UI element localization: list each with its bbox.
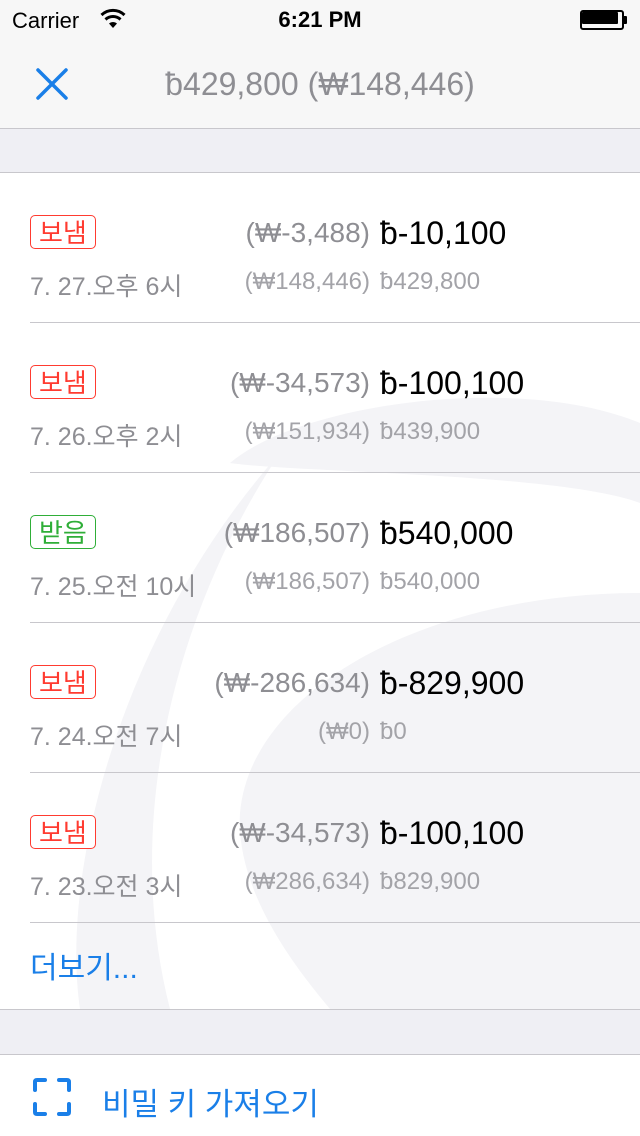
- sent-badge: 보냄: [30, 365, 96, 399]
- krw-amount: (₩-3,488): [245, 217, 370, 248]
- btc-amount: ƀ-10,100: [380, 215, 507, 251]
- import-section: 비밀 키 가져오기: [0, 1055, 640, 1136]
- row-divider: [30, 922, 640, 923]
- import-private-key-label: 비밀 키 가져오기: [102, 1087, 319, 1122]
- battery-full-icon: [580, 10, 627, 30]
- sent-badge: 보냄: [30, 815, 96, 849]
- transaction-row[interactable]: 보냄 (₩-286,634) ƀ-829,900 7. 24.오전 7시 (₩0…: [0, 623, 640, 773]
- received-badge: 받음: [30, 515, 96, 549]
- import-private-key-button[interactable]: 비밀 키 가져오기: [0, 1055, 640, 1136]
- krw-balance: (₩148,446): [244, 268, 370, 295]
- scan-qr-icon: [33, 1078, 71, 1116]
- transaction-date: 7. 26.오후 2시: [30, 423, 183, 451]
- transaction-date: 7. 25.오전 10시: [30, 573, 197, 601]
- transaction-row[interactable]: 보냄 (₩-34,573) ƀ-100,100 7. 26.오후 2시 (₩15…: [0, 323, 640, 473]
- page-title: ƀ429,800 (₩148,446): [165, 66, 475, 102]
- btc-balance: ƀ439,900: [380, 418, 481, 445]
- btc-amount: ƀ-829,900: [380, 665, 525, 701]
- transaction-row[interactable]: 받음 (₩186,507) ƀ540,000 7. 25.오전 10시 (₩18…: [0, 473, 640, 623]
- krw-balance: (₩151,934): [244, 418, 370, 445]
- navigation-bar: ƀ429,800 (₩148,446): [0, 40, 640, 129]
- section-gap: [0, 1010, 640, 1055]
- btc-amount: ƀ-100,100: [380, 815, 525, 851]
- krw-amount: (₩-34,573): [229, 817, 370, 848]
- btc-balance: ƀ829,900: [380, 868, 481, 895]
- transaction-list: 보냄 (₩-3,488) ƀ-10,100 7. 27.오후 6시 (₩148,…: [0, 173, 640, 1010]
- transaction-row[interactable]: 보냄 (₩-34,573) ƀ-100,100 7. 23.오전 3시 (₩28…: [0, 773, 640, 923]
- krw-balance: (₩0): [318, 718, 370, 745]
- section-gap: [0, 129, 640, 173]
- btc-balance: ƀ429,800: [380, 268, 481, 295]
- btc-amount: ƀ-100,100: [380, 365, 525, 401]
- krw-amount: (₩-286,634): [214, 667, 370, 698]
- krw-amount: (₩186,507): [223, 517, 370, 548]
- krw-amount: (₩-34,573): [229, 367, 370, 398]
- transaction-row[interactable]: 보냄 (₩-3,488) ƀ-10,100 7. 27.오후 6시 (₩148,…: [0, 173, 640, 323]
- transaction-date: 7. 23.오전 3시: [30, 873, 183, 901]
- krw-balance: (₩286,634): [244, 868, 370, 895]
- sent-badge: 보냄: [30, 665, 96, 699]
- sent-badge: 보냄: [30, 215, 96, 249]
- btc-balance: ƀ540,000: [380, 568, 481, 595]
- btc-balance: ƀ0: [380, 718, 407, 745]
- krw-balance: (₩186,507): [244, 568, 370, 595]
- transaction-date: 7. 27.오후 6시: [30, 273, 183, 301]
- status-time: 6:21 PM: [278, 7, 362, 32]
- load-more-link[interactable]: 더보기...: [30, 943, 138, 987]
- btc-amount: ƀ540,000: [380, 515, 514, 551]
- status-bar: Carrier 6:21 PM: [0, 0, 640, 40]
- transaction-date: 7. 24.오전 7시: [30, 723, 183, 751]
